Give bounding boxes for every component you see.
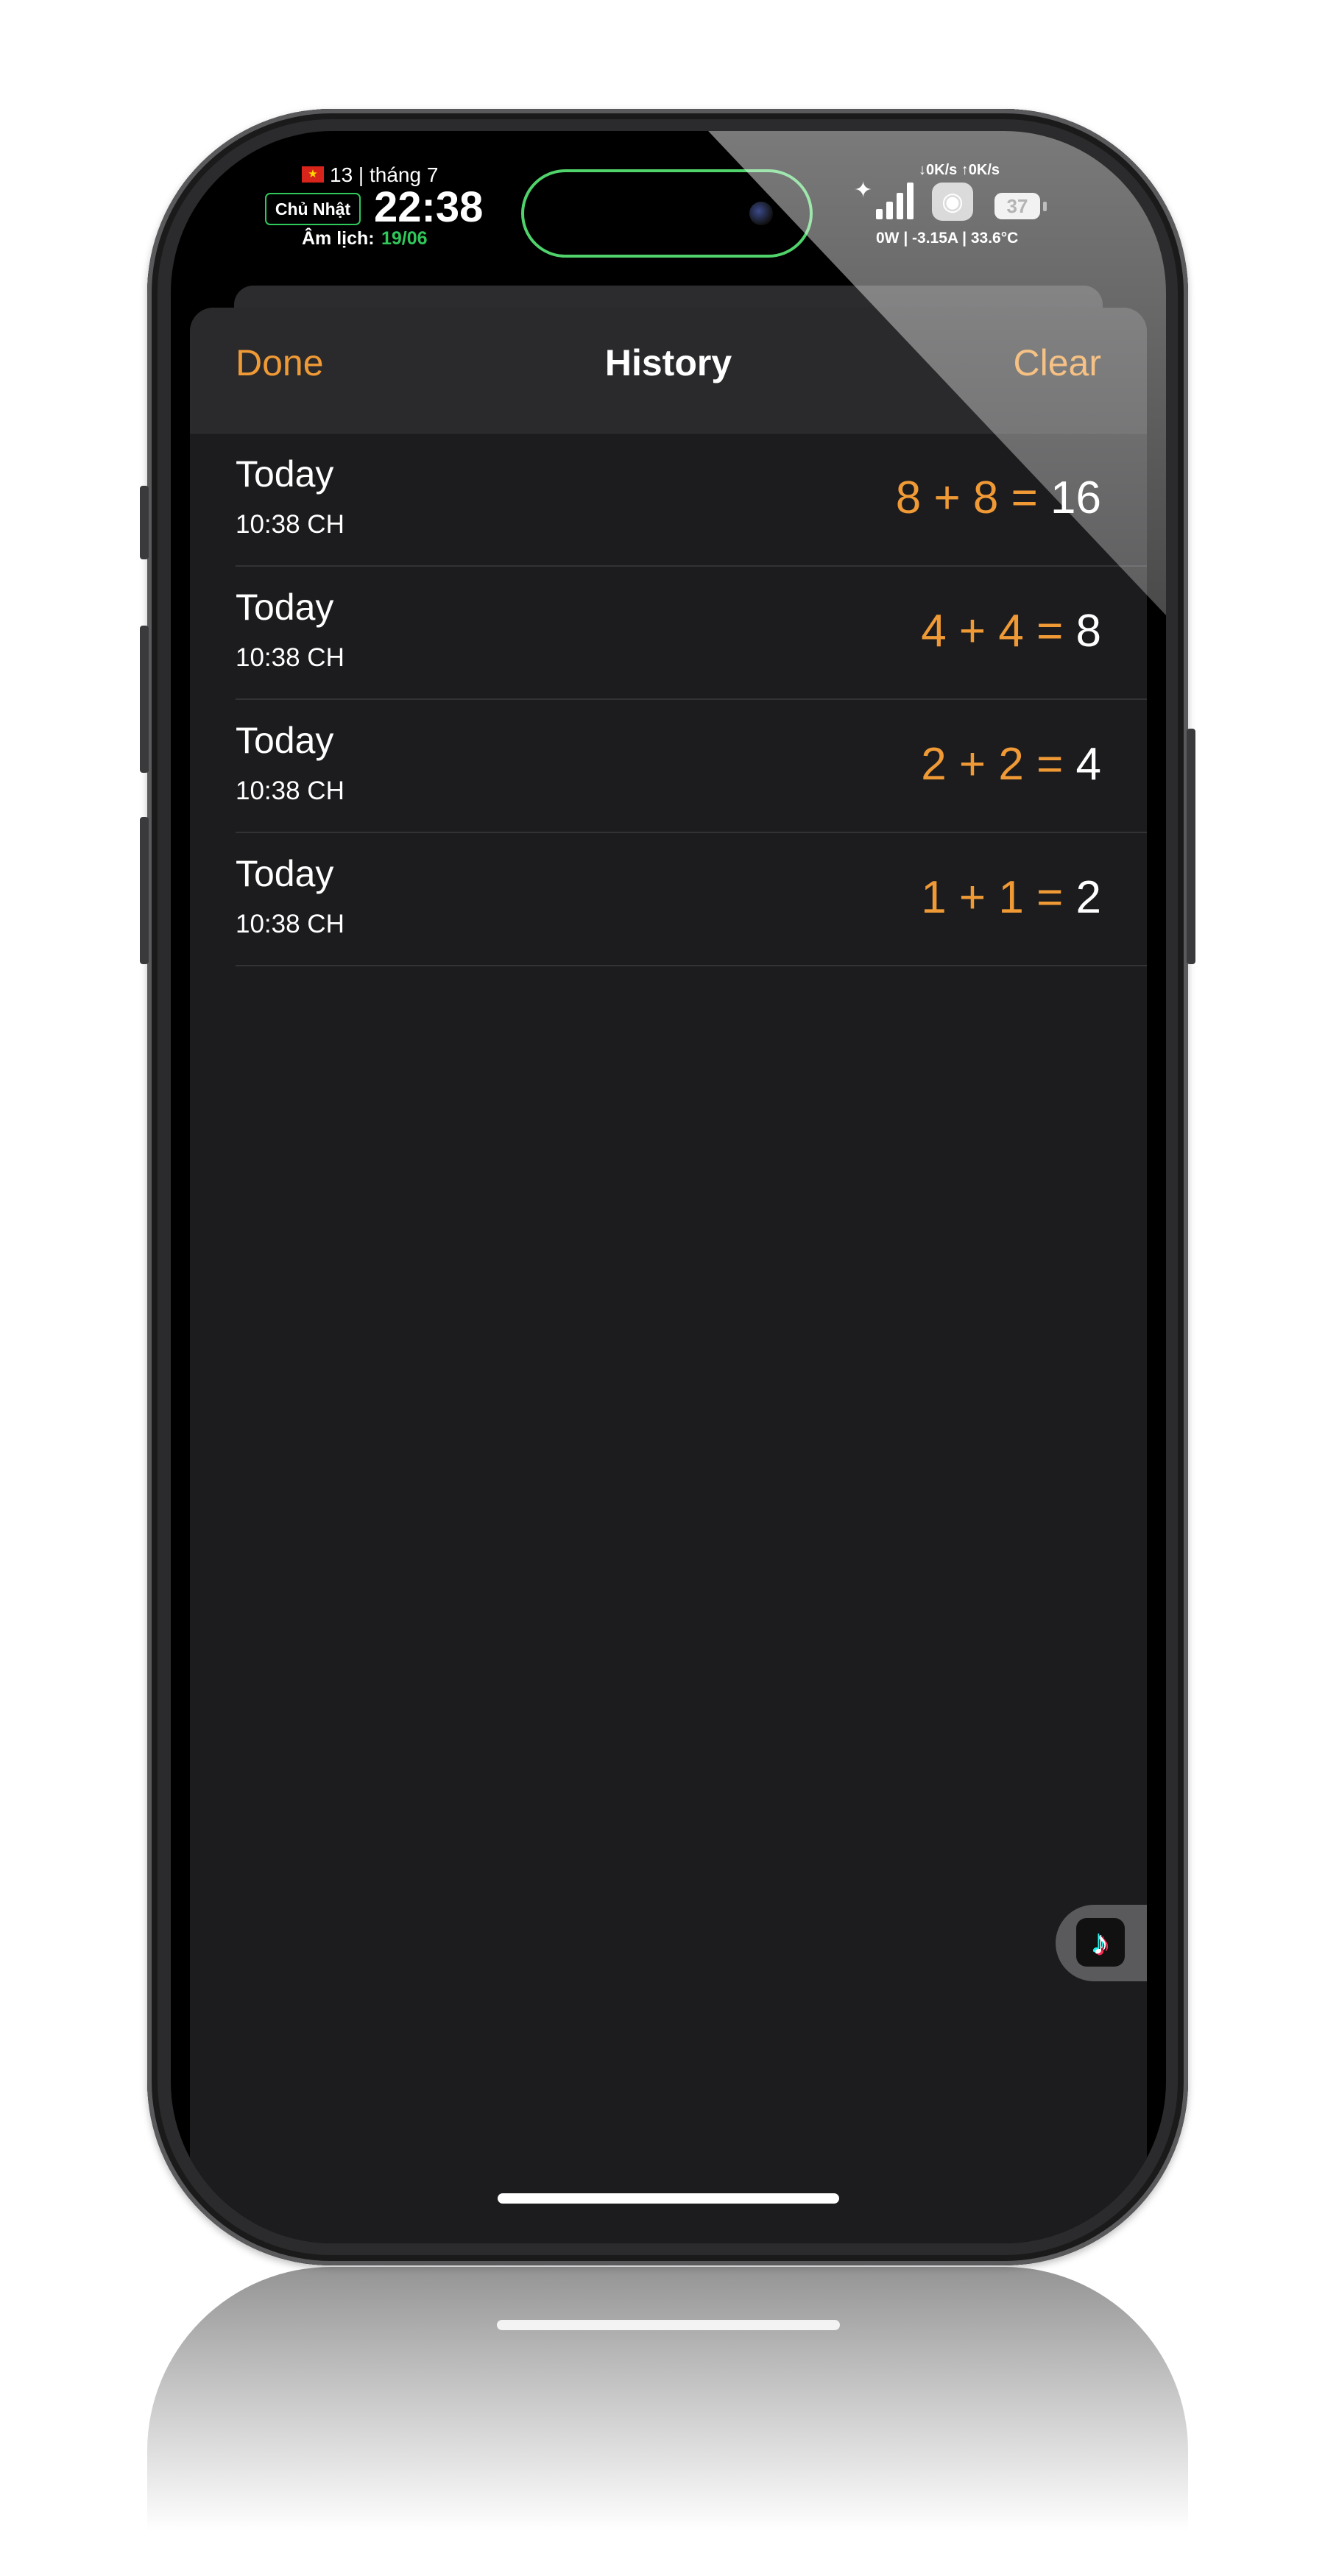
phone-reflection <box>147 2267 1188 2532</box>
floating-app-shortcut[interactable]: ♪ <box>1056 1905 1147 1981</box>
net-speed: ↓0K/s ↑0K/s <box>919 162 1000 178</box>
history-equation: 2 + 2 = 4 <box>921 738 1101 790</box>
sparkle-icon: ✦ <box>854 178 873 202</box>
history-day: Today <box>236 720 334 761</box>
lunar-label: Âm lịch: <box>302 228 375 249</box>
history-result: 2 <box>1075 872 1101 923</box>
reflected-home-indicator <box>497 2320 840 2330</box>
history-day: Today <box>236 587 334 628</box>
history-row[interactable]: Today 10:38 CH 8 + 8 = 16 <box>236 434 1147 567</box>
sheet-title: History <box>604 342 732 383</box>
history-day: Today <box>236 453 334 495</box>
lunar-date: 19/06 <box>381 228 428 249</box>
history-result: 8 <box>1075 606 1101 657</box>
screen: ★ 13 | tháng 7 Chủ Nhật 22:38 Âm lịch: 1… <box>171 131 1166 2243</box>
clear-button[interactable]: Clear <box>1014 342 1101 384</box>
power-stats: 0W | -3.15A | 33.6°C <box>876 230 1019 247</box>
vietnam-flag-icon: ★ <box>302 166 324 183</box>
battery-tip <box>1043 202 1047 211</box>
history-equation: 4 + 4 = 8 <box>921 605 1101 657</box>
clock: 22:38 <box>374 183 484 231</box>
history-time: 10:38 CH <box>236 510 344 539</box>
history-row[interactable]: Today 10:38 CH 1 + 1 = 2 <box>236 833 1147 966</box>
wifi-icon: ◉ <box>932 183 973 221</box>
signal-icon <box>876 183 923 219</box>
history-sheet: Done History Clear Today 10:38 CH 8 + 8 … <box>190 308 1147 2243</box>
action-button <box>140 486 149 559</box>
history-time: 10:38 CH <box>236 910 344 938</box>
history-day: Today <box>236 853 334 894</box>
history-row[interactable]: Today 10:38 CH 2 + 2 = 4 <box>236 700 1147 833</box>
history-equation: 8 + 8 = 16 <box>896 472 1101 524</box>
history-time: 10:38 CH <box>236 776 344 805</box>
tiktok-icon: ♪ <box>1076 1918 1125 1967</box>
dynamic-island <box>521 169 813 258</box>
volume-up-button <box>140 626 149 773</box>
history-time: 10:38 CH <box>236 643 344 672</box>
history-equation: 1 + 1 = 2 <box>921 871 1101 924</box>
sheet-header: Done History Clear <box>190 308 1147 433</box>
history-expression: 8 + 8 = <box>895 473 1038 523</box>
history-row[interactable]: Today 10:38 CH 4 + 4 = 8 <box>236 567 1147 700</box>
side-button <box>1187 729 1195 964</box>
history-expression: 1 + 1 = <box>921 872 1064 923</box>
history-expression: 2 + 2 = <box>921 739 1064 790</box>
history-result: 16 <box>1050 473 1101 523</box>
home-indicator[interactable] <box>498 2193 839 2204</box>
camera-icon <box>749 202 773 225</box>
volume-down-button <box>140 817 149 964</box>
history-expression: 4 + 4 = <box>921 606 1064 657</box>
history-result: 4 <box>1075 739 1101 790</box>
battery-icon: 37 <box>994 193 1040 219</box>
weekday-badge: Chủ Nhật <box>265 193 361 225</box>
